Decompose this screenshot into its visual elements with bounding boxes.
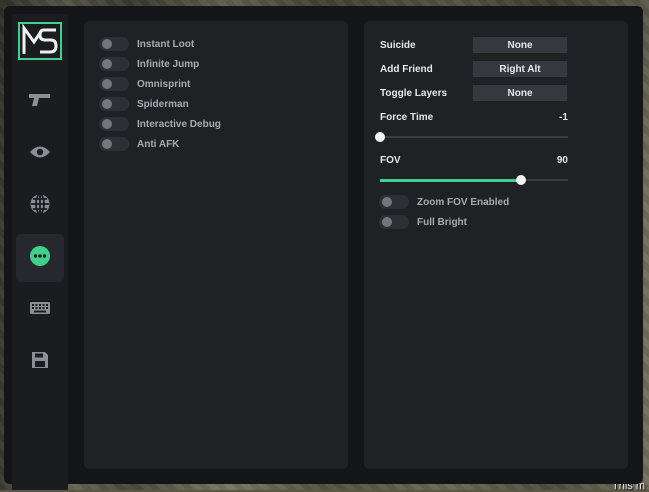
- toggle-instant-loot[interactable]: Instant Loot: [99, 36, 194, 52]
- toggle-infinite-jump[interactable]: Infinite Jump: [99, 56, 199, 72]
- toggle-zoom-fov[interactable]: Zoom FOV Enabled: [379, 194, 509, 210]
- slider-value: 90: [556, 155, 568, 166]
- eye-icon: [29, 145, 51, 164]
- toggle-label: Omnisprint: [137, 78, 191, 90]
- fov-header: FOV 90: [380, 155, 568, 166]
- toggle-switch[interactable]: [99, 77, 129, 91]
- toggle-label: Instant Loot: [137, 38, 195, 50]
- nav-visuals[interactable]: [16, 130, 64, 178]
- toggle-switch[interactable]: [99, 117, 129, 131]
- save-icon: [31, 351, 49, 374]
- toggle-switch[interactable]: [99, 97, 129, 111]
- toggle-anti-afk[interactable]: Anti AFK: [99, 136, 179, 152]
- keybind-label: Toggle Layers: [380, 87, 448, 99]
- toggle-label: Infinite Jump: [137, 58, 200, 70]
- toggle-omnisprint[interactable]: Omnisprint: [99, 76, 190, 92]
- toggle-label: Interactive Debug: [137, 118, 221, 130]
- slider-thumb[interactable]: [375, 132, 385, 142]
- fov-slider[interactable]: [380, 175, 568, 185]
- misc-toggles-panel: Instant Loot Infinite Jump Omnisprint Sp…: [84, 21, 348, 469]
- keybind-add-friend: Add Friend Right Alt: [380, 61, 567, 77]
- nav-keybinds[interactable]: [16, 286, 64, 334]
- slider-thumb[interactable]: [516, 175, 526, 185]
- globe-icon: [29, 193, 51, 220]
- nav-config[interactable]: [16, 338, 64, 386]
- toggle-switch[interactable]: [379, 215, 409, 229]
- toggle-switch[interactable]: [99, 57, 129, 71]
- toggle-interactive-debug[interactable]: Interactive Debug: [99, 116, 221, 132]
- keybind-button[interactable]: None: [473, 37, 567, 53]
- toggle-spiderman[interactable]: Spiderman: [99, 96, 189, 112]
- slider-fill: [380, 179, 521, 182]
- slider-label: FOV: [380, 155, 401, 166]
- menu-window: Instant Loot Infinite Jump Omnisprint Sp…: [4, 6, 643, 490]
- keybind-toggle-layers: Toggle Layers None: [380, 85, 567, 101]
- nav-weapons[interactable]: [16, 78, 64, 126]
- toggle-switch[interactable]: [99, 37, 129, 51]
- toggle-label: Zoom FOV Enabled: [417, 196, 510, 208]
- toggle-full-bright[interactable]: Full Bright: [379, 214, 467, 230]
- slider-value: -1: [559, 112, 568, 123]
- toggle-label: Anti AFK: [137, 138, 180, 150]
- more-icon: [29, 245, 51, 272]
- gun-icon: [28, 92, 52, 113]
- nav-misc[interactable]: [16, 234, 64, 282]
- sidebar: [12, 14, 68, 490]
- misc-settings-panel: Suicide None Add Friend Right Alt Toggle…: [364, 21, 628, 469]
- keybind-label: Add Friend: [380, 63, 433, 75]
- toggle-label: Full Bright: [417, 216, 467, 228]
- keyboard-icon: [29, 301, 51, 320]
- toggle-switch[interactable]: [379, 195, 409, 209]
- keybind-button[interactable]: Right Alt: [473, 61, 567, 77]
- keybind-suicide: Suicide None: [380, 37, 567, 53]
- toggle-switch[interactable]: [99, 137, 129, 151]
- toggle-label: Spiderman: [137, 98, 189, 110]
- keybind-button[interactable]: None: [473, 85, 567, 101]
- keybind-label: Suicide: [380, 39, 416, 51]
- nav-world[interactable]: [16, 182, 64, 230]
- logo-icon: [18, 22, 62, 60]
- force-time-slider[interactable]: [375, 132, 568, 142]
- force-time-header: Force Time -1: [380, 112, 568, 123]
- slider-label: Force Time: [380, 112, 434, 123]
